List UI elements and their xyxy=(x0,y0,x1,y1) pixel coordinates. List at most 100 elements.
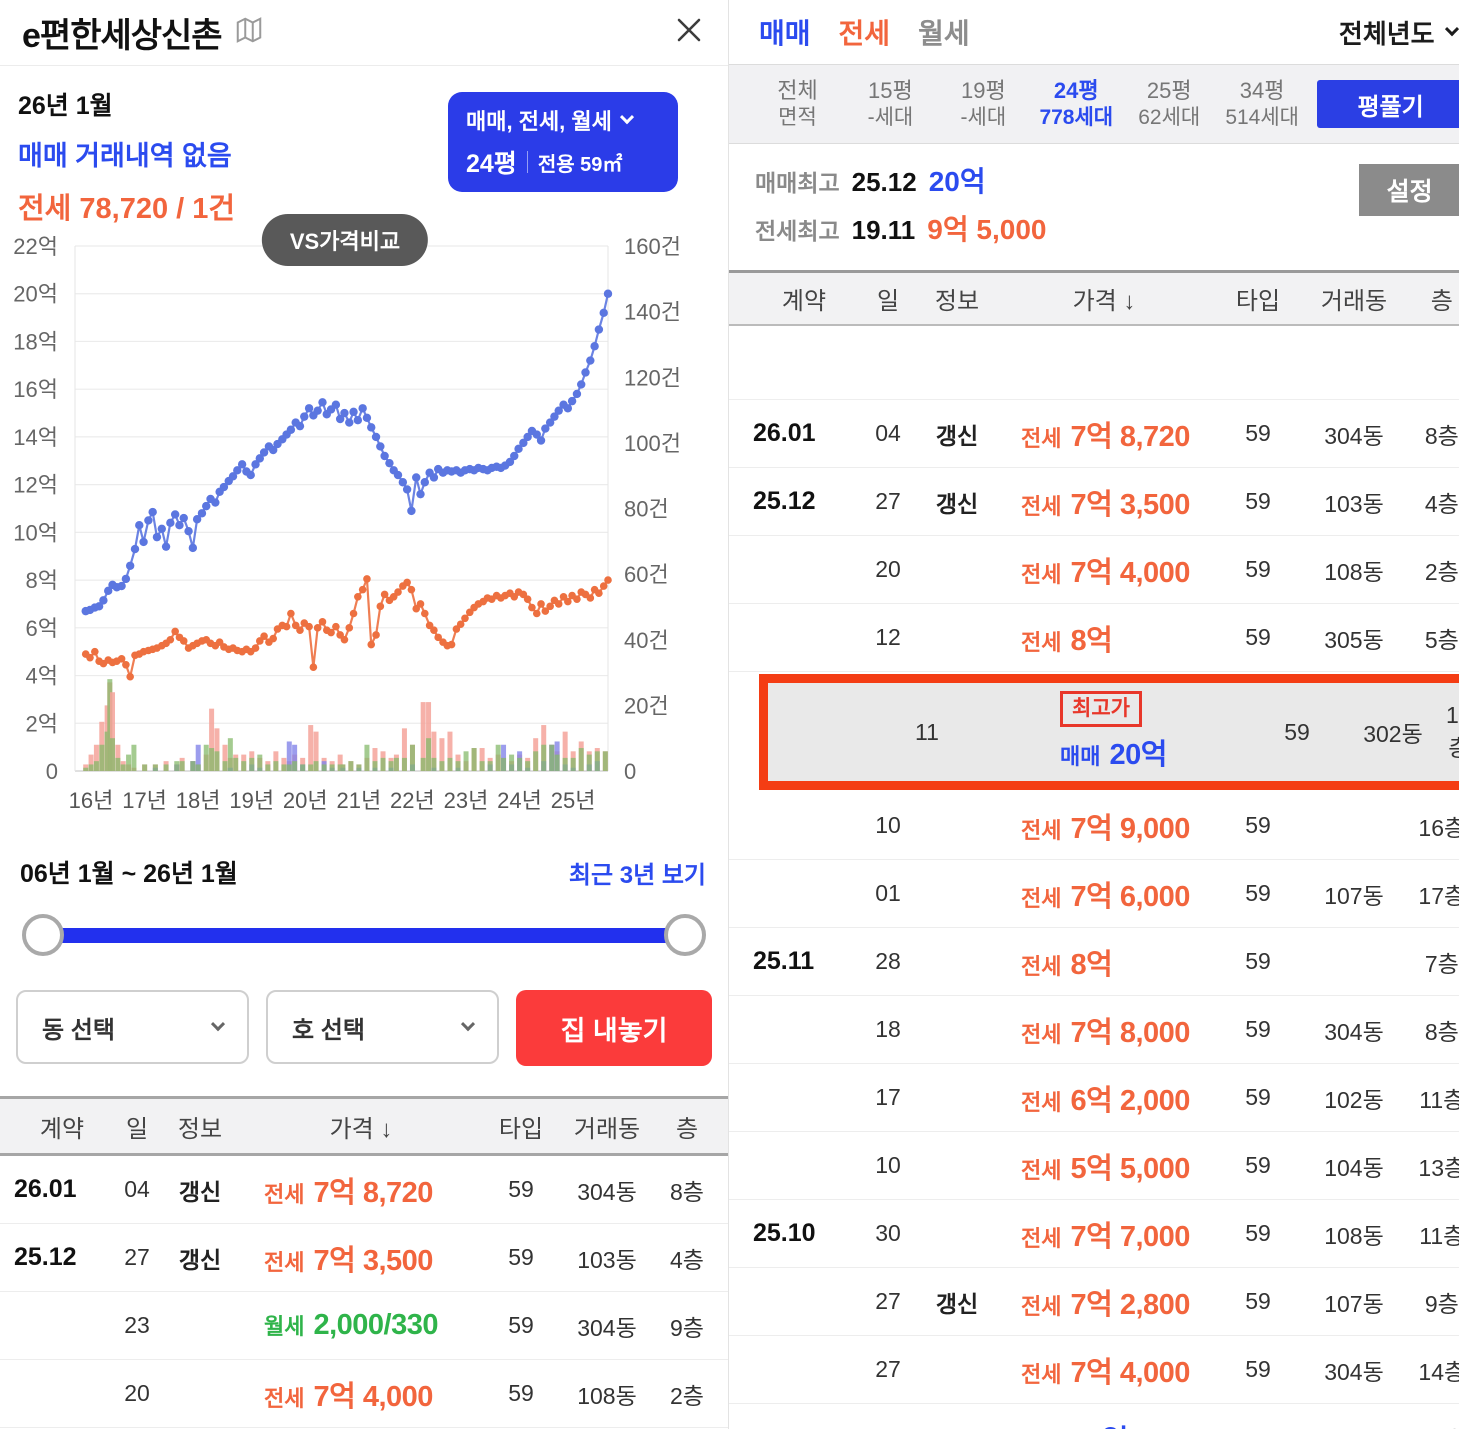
recent-3y-link[interactable]: 최근 3년 보기 xyxy=(569,855,706,890)
cell-dong: 107동 xyxy=(1324,882,1384,909)
cell-price: 전세 7억 4,000 xyxy=(993,549,1215,591)
header-cell-2[interactable]: 정보 xyxy=(164,1109,236,1144)
cell-day: 04 xyxy=(875,420,901,446)
pyeong-expand-button[interactable]: 평풀기 xyxy=(1316,80,1459,128)
sale-high-value: 20억 xyxy=(928,166,986,197)
area-tab-line2: 514세대 xyxy=(1225,105,1299,129)
tab-sale[interactable]: 매매 xyxy=(759,12,811,52)
table-row[interactable]: 25.11 28 전세 8억 59 7층 xyxy=(729,928,1459,996)
header-cell-1[interactable]: 일 xyxy=(110,1109,164,1144)
header-cell-0[interactable]: 계약 xyxy=(753,281,855,316)
header-cell-3[interactable]: 가격 ↓ xyxy=(993,281,1215,316)
cell-floor: 9층 xyxy=(670,1314,704,1341)
area-tab-bar: 전체 면적 15평 -세대 19평 -세대 24평 778세대 25평 62세대 34평 514세대 … xyxy=(729,64,1459,144)
table-row[interactable]: 10 전세 5억 5,000 59 104동 13층 xyxy=(729,1132,1459,1200)
cell-contract-date: 25.12 xyxy=(753,487,816,515)
table-row[interactable]: 20 전세 7억 4,000 59 108동 2층 xyxy=(0,1360,728,1428)
price-type-label: 전세 xyxy=(1021,953,1062,979)
table-row[interactable]: 25.12 27 갱신 전세 7억 3,500 59 103동 4층 xyxy=(0,1224,728,1292)
area-tab-3[interactable]: 24평 778세대 xyxy=(1030,77,1123,131)
divider xyxy=(526,151,528,173)
cell-type: 59 xyxy=(1245,1016,1271,1042)
area-tab-1[interactable]: 15평 -세대 xyxy=(844,77,937,131)
slider-handle-left[interactable] xyxy=(22,914,64,956)
area-tab-0[interactable]: 전체 면적 xyxy=(751,77,844,131)
svg-text:23년: 23년 xyxy=(444,788,489,813)
area-tab-line1: 25평 xyxy=(1146,78,1192,104)
price-value: 7억 6,000 xyxy=(1070,880,1190,913)
table-row[interactable]: 25.12 27 갱신 전세 7억 3,500 59 103동 4층 xyxy=(729,468,1459,536)
tab-jeonse[interactable]: 전세 xyxy=(839,12,891,52)
map-icon[interactable] xyxy=(234,15,264,50)
price-type-label: 전세 xyxy=(1021,425,1062,451)
table-row[interactable]: 27 갱신 전세 7억 2,800 59 107동 9층 xyxy=(729,1268,1459,1336)
svg-text:17년: 17년 xyxy=(122,788,167,813)
table-row[interactable]: 12 전세 8억 59 305동 5층 xyxy=(729,604,1459,672)
svg-text:20년: 20년 xyxy=(283,788,328,813)
price-value: 7억 2,800 xyxy=(1070,1288,1190,1321)
area-tab-line1: 24평 xyxy=(1053,78,1099,104)
dong-select[interactable]: 동 선택 xyxy=(16,990,249,1064)
transaction-list-panel: 매매 전세 월세 전체년도 전체 면적 15평 -세대 19평 -세대 24평 778세대 25… xyxy=(729,0,1459,1429)
table-row[interactable]: 23 월세 2,000/330 59 304동 9층 xyxy=(0,1292,728,1360)
cell-floor: 5층 xyxy=(1424,626,1459,653)
table-row[interactable]: 17 전세 6억 2,000 59 102동 11층 xyxy=(729,1064,1459,1132)
header-cell-4[interactable]: 타입 xyxy=(486,1109,556,1144)
header-cell-3[interactable]: 가격 ↓ xyxy=(236,1109,486,1144)
table-row[interactable]: 25.10 30 전세 7억 7,000 59 108동 11층 xyxy=(729,1200,1459,1268)
ho-select[interactable]: 호 선택 xyxy=(266,990,499,1064)
table-row[interactable]: 11 최고가매매 20억 59 302동 13층 xyxy=(759,674,1459,790)
table-row[interactable]: 27 전세 7억 4,000 59 304동 14층 xyxy=(729,1336,1459,1404)
table-body: 26.01 04 갱신 전세 7억 8,720 59 304동 8층 25.12 27 갱신 전세 7억… xyxy=(0,1156,728,1428)
chevron-down-icon xyxy=(619,110,634,125)
cell-floor: 16층 xyxy=(1418,814,1459,841)
cell-dong: 108동 xyxy=(1324,558,1384,585)
header-cell-2[interactable]: 정보 xyxy=(921,281,993,316)
cell-day: 20 xyxy=(124,1380,150,1406)
cell-dong: 107동 xyxy=(1324,1290,1384,1317)
table-row[interactable]: 10 전세 7억 9,000 59 16층 xyxy=(729,792,1459,860)
header-cell-6[interactable]: 층 xyxy=(658,1109,716,1144)
cell-dong: 304동 xyxy=(1324,422,1384,449)
close-icon[interactable] xyxy=(672,13,706,52)
header-cell-6[interactable]: 층 xyxy=(1407,281,1459,316)
unit-filter-button[interactable]: 매매, 전세, 월세 24평 전용 59㎡ xyxy=(448,92,678,192)
header-cell-4[interactable]: 타입 xyxy=(1215,281,1301,316)
svg-text:19년: 19년 xyxy=(229,788,274,813)
area-tab-5[interactable]: 34평 514세대 xyxy=(1216,77,1309,131)
cell-price: 전세 7억 3,500 xyxy=(993,481,1215,523)
table-row[interactable]: 18 전세 7억 8,000 59 304동 8층 xyxy=(729,996,1459,1064)
header-cell-5[interactable]: 거래동 xyxy=(1301,281,1407,316)
vs-compare-button[interactable]: VS가격비교 xyxy=(261,214,429,266)
area-tab-4[interactable]: 25평 62세대 xyxy=(1123,77,1216,131)
header-cell-1[interactable]: 일 xyxy=(855,281,921,316)
apartment-title: e편한세상신촌 xyxy=(22,17,223,55)
table-row[interactable]: 20 전세 7억 4,000 59 108동 2층 xyxy=(729,536,1459,604)
table-row[interactable]: 01 전세 7억 6,000 59 107동 17층 xyxy=(729,860,1459,928)
cell-dong: 304동 xyxy=(1324,1358,1384,1385)
cell-dong: 102동 xyxy=(1324,1086,1384,1113)
table-row[interactable]: 26.01 04 갱신 전세 7억 8,720 59 304동 8층 xyxy=(0,1156,728,1224)
table-row[interactable]: 26.01 04 갱신 전세 7억 8,720 59 304동 8층 xyxy=(729,400,1459,468)
area-tab-2[interactable]: 19평 -세대 xyxy=(937,77,1030,131)
cell-day: 27 xyxy=(875,1288,901,1314)
settings-button[interactable]: 설정 xyxy=(1358,164,1459,216)
list-home-button[interactable]: 집 내놓기 xyxy=(516,990,712,1066)
slider-handle-right[interactable] xyxy=(664,914,706,956)
cell-dong: 104동 xyxy=(1324,1154,1384,1181)
svg-text:160건: 160건 xyxy=(624,236,681,259)
cell-price: 전세 5억 5,000 xyxy=(993,1145,1215,1187)
header-cell-0[interactable]: 계약 xyxy=(14,1109,110,1144)
price-value: 7억 4,000 xyxy=(1070,556,1190,589)
year-filter-dropdown[interactable]: 전체년도 xyxy=(1339,14,1459,51)
cell-floor: 2층 xyxy=(670,1382,704,1409)
controls-row: 동 선택 호 선택 집 내놓기 xyxy=(16,990,712,1066)
cell-type: 59 xyxy=(1215,1424,1301,1429)
tab-wolse[interactable]: 월세 xyxy=(918,12,970,52)
table-row[interactable]: 19 매매 18억 5,000 59103동15층 xyxy=(729,1404,1459,1429)
cell-dong: 103동 xyxy=(577,1246,637,1273)
app-window: e편한세상신촌 26년 1월 매매 거래내역 없음 전세 78,720 / 1건… xyxy=(0,0,1459,1429)
header-cell-5[interactable]: 거래동 xyxy=(556,1109,658,1144)
slider-track[interactable] xyxy=(34,928,694,943)
filter-types-label: 매매, 전세, 월세 xyxy=(466,109,612,134)
